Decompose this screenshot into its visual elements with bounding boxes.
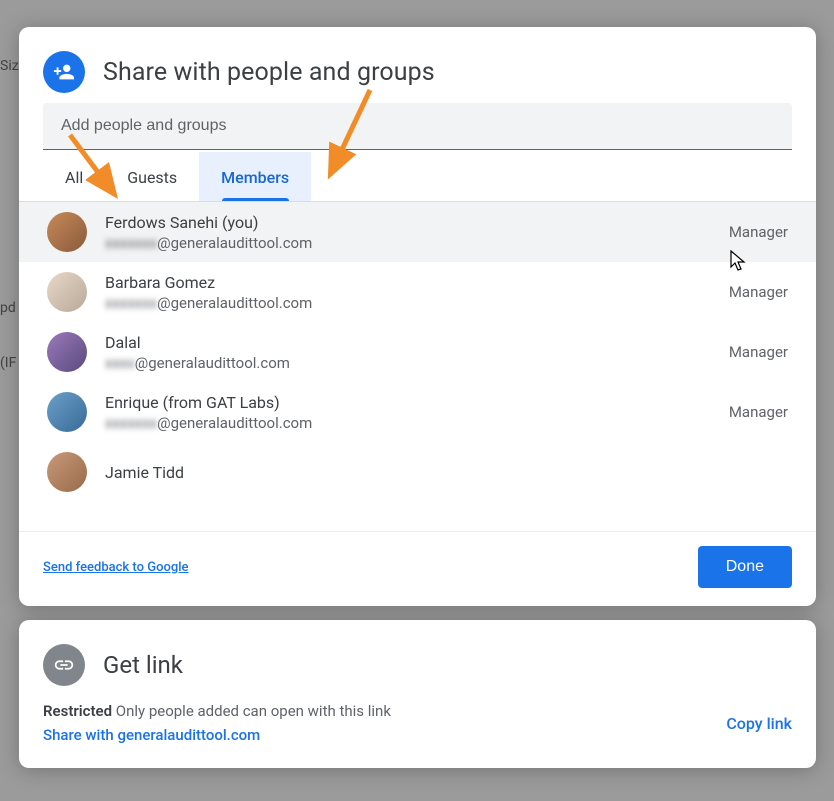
input-wrapper — [19, 103, 816, 150]
dialog-title: Share with people and groups — [103, 58, 435, 87]
avatar — [47, 392, 87, 432]
get-link-text-block: Restricted Only people added can open wi… — [43, 702, 391, 744]
member-role[interactable]: Manager — [729, 223, 788, 241]
tab-all[interactable]: All — [43, 152, 105, 201]
member-info: Enrique (from GAT Labs) xxxxxxx@generala… — [105, 393, 711, 432]
dialog-header: Share with people and groups — [19, 27, 816, 103]
tab-bar: All Guests Members — [19, 152, 816, 202]
restricted-desc: Only people added can open with this lin… — [112, 702, 391, 720]
avatar — [47, 332, 87, 372]
avatar — [47, 452, 87, 492]
member-email: xxxx@generalaudittool.com — [105, 354, 711, 372]
member-email: xxxxxxx@generalaudittool.com — [105, 414, 711, 432]
member-info: Jamie Tidd — [105, 463, 788, 482]
dialog-footer: Send feedback to Google Done — [19, 531, 816, 606]
member-name: Barbara Gomez — [105, 273, 711, 292]
avatar — [47, 272, 87, 312]
get-link-body: Restricted Only people added can open wi… — [43, 702, 792, 744]
link-icon — [53, 654, 75, 676]
done-button[interactable]: Done — [698, 546, 792, 588]
member-role[interactable]: Manager — [729, 283, 788, 301]
member-name: Ferdows Sanehi (you) — [105, 213, 711, 232]
member-info: Ferdows Sanehi (you) xxxxxxx@generalaudi… — [105, 213, 711, 252]
member-row[interactable]: Enrique (from GAT Labs) xxxxxxx@generala… — [19, 382, 816, 442]
restricted-label: Restricted — [43, 702, 112, 720]
restricted-line: Restricted Only people added can open wi… — [43, 702, 391, 720]
share-header-icon — [43, 51, 85, 93]
member-name: Jamie Tidd — [105, 463, 788, 482]
member-row[interactable]: Jamie Tidd — [19, 442, 816, 494]
member-email: xxxxxxx@generalaudittool.com — [105, 294, 711, 312]
get-link-card: Get link Restricted Only people added ca… — [19, 620, 816, 768]
share-dialog: Share with people and groups All Guests … — [19, 27, 816, 606]
member-info: Dalal xxxx@generalaudittool.com — [105, 333, 711, 372]
avatar — [47, 212, 87, 252]
member-info: Barbara Gomez xxxxxxx@generalaudittool.c… — [105, 273, 711, 312]
get-link-icon-circle — [43, 644, 85, 686]
share-with-org-link[interactable]: Share with generalaudittool.com — [43, 726, 391, 744]
copy-link-button[interactable]: Copy link — [726, 714, 792, 733]
member-name: Enrique (from GAT Labs) — [105, 393, 711, 412]
send-feedback-link[interactable]: Send feedback to Google — [43, 560, 188, 575]
members-list[interactable]: Ferdows Sanehi (you) xxxxxxx@generalaudi… — [19, 202, 816, 531]
tab-members[interactable]: Members — [199, 152, 311, 201]
tab-guests[interactable]: Guests — [105, 152, 199, 201]
member-role[interactable]: Manager — [729, 343, 788, 361]
member-row[interactable]: Dalal xxxx@generalaudittool.com Manager — [19, 322, 816, 382]
member-role[interactable]: Manager — [729, 403, 788, 421]
person-add-icon — [53, 61, 75, 83]
get-link-header: Get link — [43, 644, 792, 686]
member-row[interactable]: Barbara Gomez xxxxxxx@generalaudittool.c… — [19, 262, 816, 322]
member-name: Dalal — [105, 333, 711, 352]
get-link-title: Get link — [103, 651, 183, 679]
people-input[interactable] — [43, 103, 792, 150]
member-email: xxxxxxx@generalaudittool.com — [105, 234, 711, 252]
member-row[interactable]: Ferdows Sanehi (you) xxxxxxx@generalaudi… — [19, 202, 816, 262]
